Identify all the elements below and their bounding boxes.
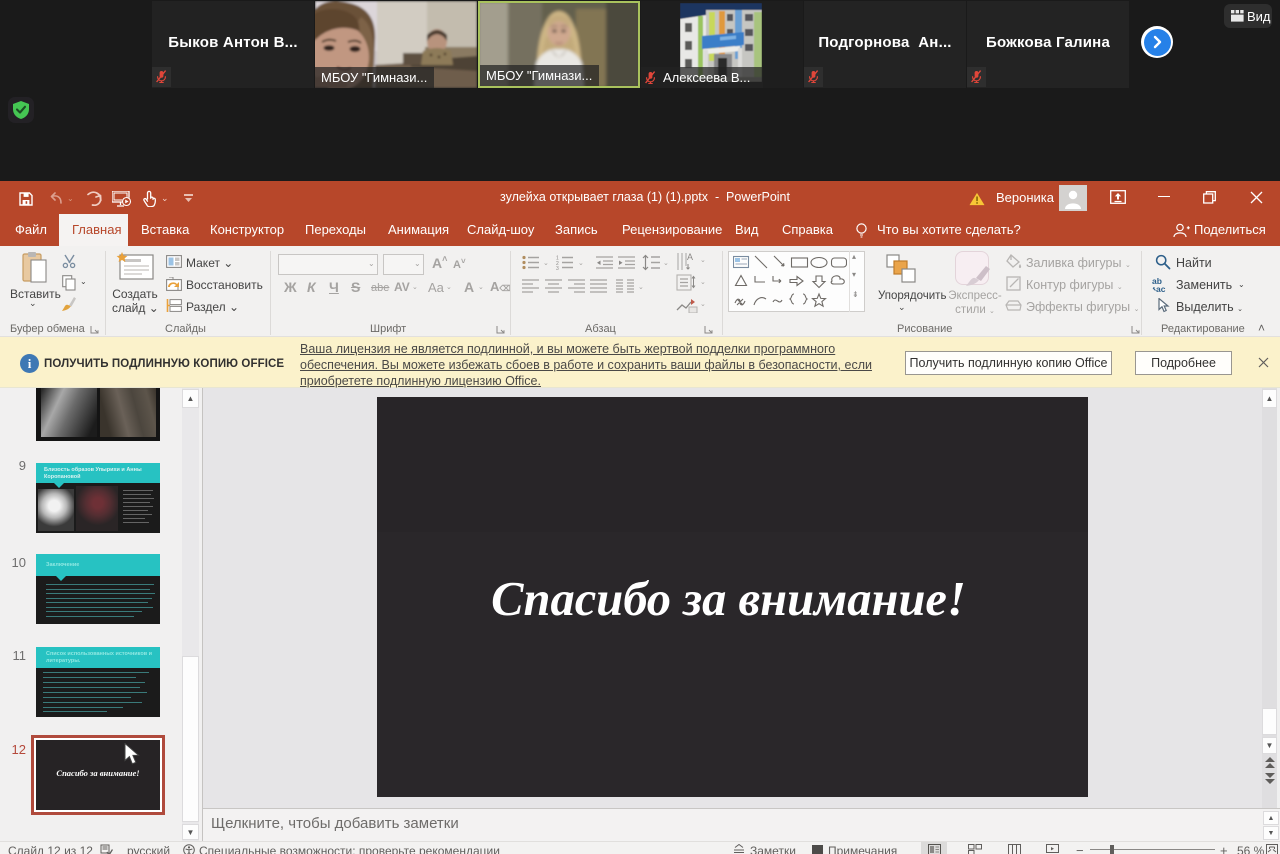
svg-text:3: 3 — [556, 266, 559, 270]
svg-text:А: А — [687, 252, 693, 262]
svg-text:ac: ac — [1156, 284, 1166, 293]
